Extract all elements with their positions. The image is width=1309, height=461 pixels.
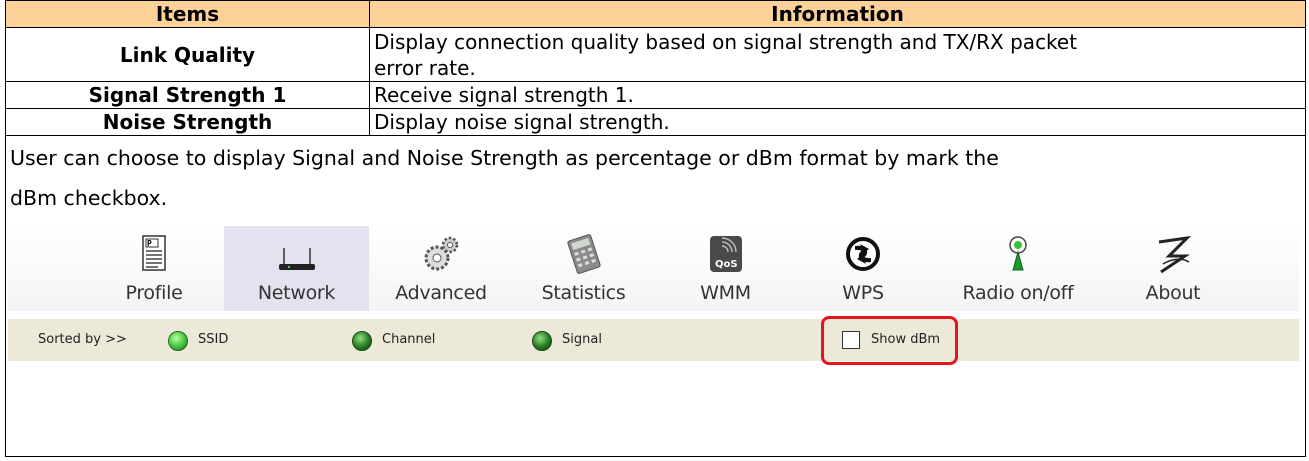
advanced-button[interactable]: Advanced xyxy=(371,226,511,311)
sort-signal-label: Signal xyxy=(562,332,602,347)
document-page: Items Information Link Quality Display c… xyxy=(5,0,1307,461)
sort-ssid-label: SSID xyxy=(198,332,229,347)
statistics-calculator-icon xyxy=(566,234,601,274)
signal-led-icon[interactable] xyxy=(532,331,552,351)
note-line: User can choose to display Signal and No… xyxy=(10,146,999,170)
header-information: Information xyxy=(369,0,1306,28)
radio-onoff-label: Radio on/off xyxy=(962,282,1074,304)
channel-led-icon[interactable] xyxy=(352,331,372,351)
svg-text:P: P xyxy=(147,239,152,248)
advanced-gears-icon xyxy=(424,236,459,271)
info-link-quality: Display connection quality based on sign… xyxy=(369,27,1306,82)
table-row: User can choose to display Signal and No… xyxy=(5,135,1306,457)
header-items: Items xyxy=(5,0,370,28)
note-cell: User can choose to display Signal and No… xyxy=(5,135,1306,457)
ssid-led-icon[interactable] xyxy=(168,331,188,351)
info-line: error rate. xyxy=(374,55,476,80)
profile-icon: P xyxy=(142,235,166,271)
sort-channel-label: Channel xyxy=(382,332,436,347)
network-label: Network xyxy=(257,282,336,304)
note-text: User can choose to display Signal and No… xyxy=(6,138,1305,218)
note-line: dBm checkbox. xyxy=(10,186,168,210)
qos-icon: QoS xyxy=(709,236,742,272)
statistics-label: Statistics xyxy=(541,282,626,304)
info-table: Items Information Link Quality Display c… xyxy=(5,0,1306,457)
statistics-button[interactable]: Statistics xyxy=(511,226,656,311)
item-link-quality: Link Quality xyxy=(5,27,370,82)
profile-button[interactable]: P Profile xyxy=(84,226,224,311)
wmm-button[interactable]: QoS WMM xyxy=(658,226,793,311)
wps-label: WPS xyxy=(842,282,884,304)
radio-antenna-icon xyxy=(1009,236,1027,271)
table-row: Noise Strength Display noise signal stre… xyxy=(5,108,1306,136)
about-button[interactable]: About xyxy=(1103,226,1243,311)
info-noise-strength: Display noise signal strength. xyxy=(369,108,1306,136)
advanced-label: Advanced xyxy=(395,282,487,304)
table-row: Link Quality Display connection quality … xyxy=(5,27,1306,82)
wps-icon xyxy=(846,237,880,271)
network-icon xyxy=(278,248,315,270)
utility-toolbar: P Profile Network Advanced Statistics Qo… xyxy=(8,226,1299,311)
wmm-label: WMM xyxy=(700,282,751,304)
item-noise-strength: Noise Strength xyxy=(5,108,370,136)
wps-button[interactable]: WPS xyxy=(793,226,933,311)
info-line: Display connection quality based on sign… xyxy=(374,29,1078,54)
radio-onoff-button[interactable]: Radio on/off xyxy=(933,226,1103,311)
highlight-box xyxy=(821,316,958,365)
sorted-by-label: Sorted by >> xyxy=(38,332,127,347)
profile-label: Profile xyxy=(125,282,183,304)
table-row: Signal Strength 1 Receive signal strengt… xyxy=(5,81,1306,109)
about-label: About xyxy=(1145,282,1201,304)
about-logo-icon xyxy=(1158,235,1192,274)
network-button[interactable]: Network xyxy=(224,226,369,311)
info-signal-strength: Receive signal strength 1. xyxy=(369,81,1306,109)
qos-text: QoS xyxy=(715,259,738,270)
item-signal-strength: Signal Strength 1 xyxy=(5,81,370,109)
sort-bar: Sorted by >> SSID Channel Signal Show dB… xyxy=(8,316,1299,365)
table-header-row: Items Information xyxy=(5,0,1306,28)
